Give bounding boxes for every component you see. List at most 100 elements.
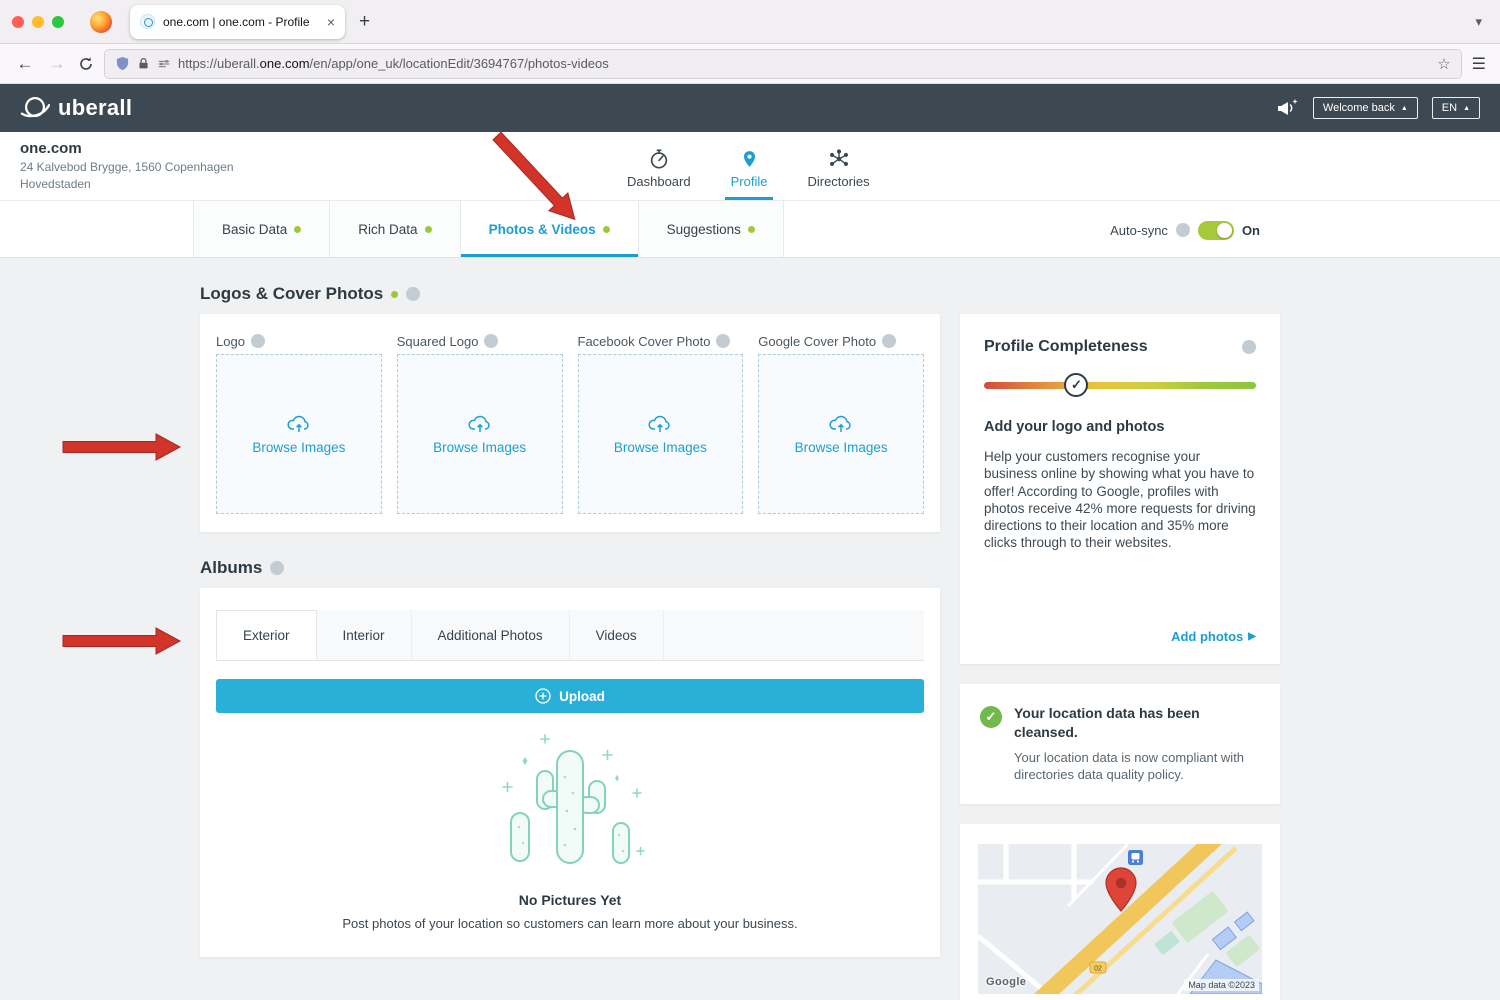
albums-section-header: Albums <box>200 558 940 578</box>
google-cover-dropzone[interactable]: Browse Images <box>758 354 924 514</box>
cloud-upload-icon <box>287 414 311 433</box>
info-icon[interactable] <box>1242 340 1256 354</box>
language-button[interactable]: EN ▲ <box>1432 97 1480 119</box>
browser-tab[interactable]: one.com | one.com - Profile × <box>130 5 345 39</box>
tracking-shield-icon[interactable] <box>115 56 130 71</box>
logos-section-header: Logos & Cover Photos <box>200 284 940 304</box>
cactus-illustration <box>485 727 655 877</box>
album-tab-interior[interactable]: Interior <box>317 610 412 660</box>
status-dot-icon <box>425 226 432 233</box>
toggle-knob <box>1217 223 1232 238</box>
location-info: one.com 24 Kalvebod Brygge, 1560 Copenha… <box>20 140 234 194</box>
main-nav: Dashboard Profile Directories <box>615 132 882 200</box>
album-tab-exterior[interactable]: Exterior <box>216 610 317 660</box>
upload-google-cover-label: Google Cover Photo <box>758 334 876 349</box>
language-label: EN <box>1442 102 1457 114</box>
logo-dropzone[interactable]: Browse Images <box>216 354 382 514</box>
close-window-button[interactable] <box>12 16 24 28</box>
upload-tile-facebook-cover: Facebook Cover Photo Browse Images <box>578 328 744 514</box>
reload-button[interactable] <box>78 56 94 72</box>
status-dot-icon <box>748 226 755 233</box>
browse-images-link[interactable]: Browse Images <box>614 440 707 455</box>
album-tab-additional-photos[interactable]: Additional Photos <box>412 610 570 660</box>
albums-tab-bar: Exterior Interior Additional Photos Vide… <box>216 610 924 661</box>
tab-list-chevron-icon[interactable]: ▾ <box>1475 14 1482 30</box>
dashboard-gauge-icon <box>648 148 670 170</box>
new-tab-button[interactable]: + <box>359 11 370 33</box>
url-prefix: https://uberall. <box>178 56 260 71</box>
tab-basic-data[interactable]: Basic Data <box>193 201 330 257</box>
main-column: Logos & Cover Photos Logo Browse Images … <box>200 284 940 1000</box>
zoom-window-button[interactable] <box>52 16 64 28</box>
status-dot-icon <box>603 226 610 233</box>
lock-icon[interactable] <box>137 57 150 70</box>
location-address: 24 Kalvebod Brygge, 1560 Copenhagen <box>20 159 234 176</box>
squared-logo-dropzone[interactable]: Browse Images <box>397 354 563 514</box>
upload-facebook-cover-label: Facebook Cover Photo <box>578 334 711 349</box>
browser-toolbar: ← → https://uberall.one.com/en/app/one_u… <box>0 44 1500 84</box>
autosync-label: Auto-sync <box>1110 223 1168 238</box>
info-icon[interactable] <box>406 287 420 301</box>
plus-circle-icon <box>535 688 551 704</box>
profile-tab-bar: Basic Data Rich Data Photos & Videos Sug… <box>0 200 1500 258</box>
nav-dashboard[interactable]: Dashboard <box>615 132 703 200</box>
uberall-logo-icon <box>20 93 50 123</box>
browse-images-link[interactable]: Browse Images <box>795 440 888 455</box>
url-text[interactable]: https://uberall.one.com/en/app/one_uk/lo… <box>178 56 1430 71</box>
completeness-progress-bar: ✓ <box>984 382 1256 389</box>
completeness-body: Help your customers recognise your busin… <box>984 448 1256 552</box>
nav-profile[interactable]: Profile <box>719 132 780 200</box>
browse-images-link[interactable]: Browse Images <box>252 440 345 455</box>
upload-button-label: Upload <box>559 689 605 704</box>
completeness-title: Profile Completeness <box>984 338 1148 356</box>
upload-tile-squared-logo: Squared Logo Browse Images <box>397 328 563 514</box>
bookmark-star-icon[interactable]: ☆ <box>1437 55 1450 73</box>
upload-button[interactable]: Upload <box>216 679 924 713</box>
info-icon[interactable] <box>484 334 498 348</box>
url-path: /en/app/one_uk/locationEdit/3694767/phot… <box>310 56 609 71</box>
info-icon[interactable] <box>270 561 284 575</box>
welcome-back-button[interactable]: Welcome back ▲ <box>1313 97 1418 119</box>
location-map[interactable]: 02 Google Map data ©2023 <box>978 844 1262 994</box>
minimize-window-button[interactable] <box>32 16 44 28</box>
completeness-heading: Add your logo and photos <box>984 419 1256 435</box>
cloud-upload-icon <box>468 414 492 433</box>
browse-images-link[interactable]: Browse Images <box>433 440 526 455</box>
cloud-upload-icon <box>829 414 853 433</box>
url-bar[interactable]: https://uberall.one.com/en/app/one_uk/lo… <box>104 49 1462 79</box>
info-icon[interactable] <box>1176 223 1190 237</box>
svg-text:02: 02 <box>1094 965 1102 972</box>
tab-close-icon[interactable]: × <box>327 15 335 29</box>
nav-directories[interactable]: Directories <box>795 132 881 200</box>
tab-photos-videos[interactable]: Photos & Videos <box>461 201 639 257</box>
arrow-right-icon: ▶ <box>1248 631 1256 642</box>
announcement-megaphone-icon[interactable] <box>1275 97 1299 119</box>
tab-photos-videos-label: Photos & Videos <box>489 222 596 237</box>
info-icon[interactable] <box>716 334 730 348</box>
tab-rich-data[interactable]: Rich Data <box>330 201 460 257</box>
uberall-logo[interactable]: uberall <box>20 93 132 123</box>
cleansed-title: Your location data has been cleansed. <box>1014 704 1260 742</box>
forward-button[interactable]: → <box>46 54 68 74</box>
add-photos-link[interactable]: Add photos ▶ <box>1171 629 1256 644</box>
nav-directories-label: Directories <box>807 174 869 189</box>
autosync-toggle[interactable] <box>1198 221 1234 240</box>
url-domain: one.com <box>260 56 310 71</box>
menu-hamburger-icon[interactable]: ☰ <box>1472 54 1486 74</box>
status-dot-icon <box>294 226 301 233</box>
upload-logo-label: Logo <box>216 334 245 349</box>
nav-profile-label: Profile <box>731 174 768 189</box>
facebook-cover-dropzone[interactable]: Browse Images <box>578 354 744 514</box>
tab-suggestions[interactable]: Suggestions <box>639 201 784 257</box>
back-button[interactable]: ← <box>14 54 36 74</box>
upload-squared-logo-label: Squared Logo <box>397 334 479 349</box>
info-icon[interactable] <box>882 334 896 348</box>
album-tab-videos[interactable]: Videos <box>570 610 664 660</box>
map-attribution: Map data ©2023 <box>1184 979 1259 991</box>
info-icon[interactable] <box>251 334 265 348</box>
app-header: uberall Welcome back ▲ EN ▲ <box>0 84 1500 132</box>
empty-state-title: No Pictures Yet <box>216 892 924 908</box>
permissions-icon[interactable] <box>157 57 171 71</box>
logos-uploads-card: Logo Browse Images Squared Logo Browse I… <box>200 314 940 532</box>
tab-favicon-icon <box>140 14 155 29</box>
